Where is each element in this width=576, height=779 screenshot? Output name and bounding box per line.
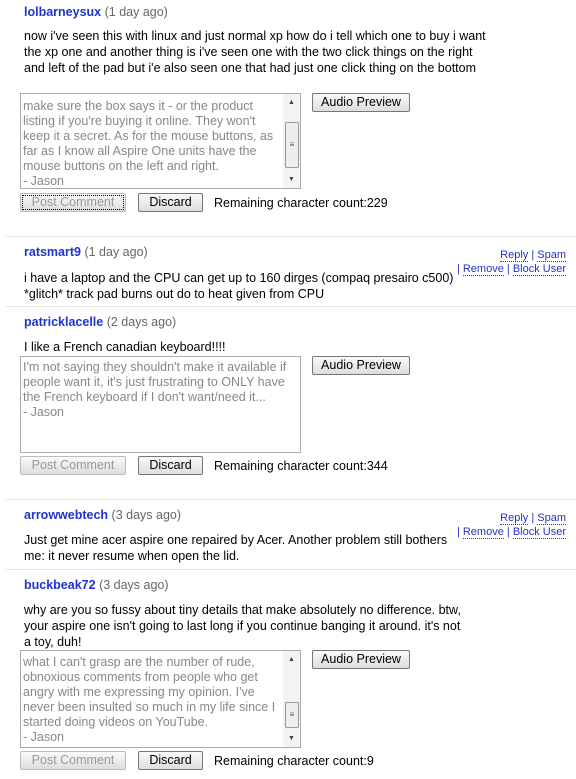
comment-body: I like a French canadian keyboard!!!! xyxy=(24,340,226,354)
reply-line: - Jason xyxy=(23,730,64,744)
comment-header: ratsmart9 (1 day ago) xyxy=(24,245,148,259)
timestamp: (2 days ago) xyxy=(106,315,177,329)
comment-header: lolbarneysux (1 day ago) xyxy=(24,5,168,19)
block-user-link[interactable]: Block User xyxy=(512,263,566,276)
scroll-thumb[interactable]: ≡ xyxy=(285,702,299,728)
scrollbar[interactable]: ▲ ≡ ▼ xyxy=(283,94,300,188)
scrollbar[interactable]: ▲ ≡ ▼ xyxy=(283,651,300,747)
timestamp: (3 days ago) xyxy=(111,508,182,522)
reply-link[interactable]: Reply xyxy=(500,512,529,525)
timestamp: (3 days ago) xyxy=(99,578,169,592)
reply-line: people want it, it's just frustrating to… xyxy=(23,375,285,389)
discard-button[interactable]: Discard xyxy=(138,751,203,770)
reply-line: - Jason xyxy=(23,174,64,188)
reply-line: angry with me expressing my opinion. I'v… xyxy=(23,685,255,699)
reply-textarea[interactable]: what I can't grasp are the number of rud… xyxy=(20,650,301,748)
scroll-up-icon[interactable]: ▲ xyxy=(283,94,300,111)
remaining-count: Remaining character count:9 xyxy=(214,754,374,768)
scroll-down-icon[interactable]: ▼ xyxy=(283,171,300,188)
reply-line: the French keyboard if I don't want/need… xyxy=(23,390,266,404)
reply-line: - Jason xyxy=(23,405,64,419)
reply-textarea[interactable]: make sure the box says it - or the produ… xyxy=(20,93,301,189)
reply-line: make sure the box says it - or the produ… xyxy=(23,99,253,113)
block-user-link[interactable]: Block User xyxy=(512,526,566,539)
spam-link[interactable]: Spam xyxy=(537,512,566,525)
username-link[interactable]: buckbeak72 xyxy=(24,578,96,592)
post-comment-button[interactable]: Post Comment xyxy=(20,456,126,475)
reply-link[interactable]: Reply xyxy=(500,249,529,262)
divider xyxy=(5,236,576,237)
remove-link[interactable]: Remove xyxy=(462,526,504,539)
reply-line: obnoxious comments from people who get xyxy=(23,670,258,684)
comment-header: arrowwebtech (3 days ago) xyxy=(24,508,181,522)
divider xyxy=(5,569,576,570)
audio-preview-button[interactable]: Audio Preview xyxy=(312,93,410,112)
discard-button[interactable]: Discard xyxy=(138,193,203,212)
reply-line: started doing videos on YouTube. xyxy=(23,715,209,729)
comment-actions: Reply | Spam | Remove | Block User xyxy=(456,512,566,539)
scroll-thumb[interactable]: ≡ xyxy=(285,122,299,168)
comment-body: why are you so fussy about tiny details … xyxy=(24,603,461,649)
comment-body: now i've seen this with linux and just n… xyxy=(24,29,486,75)
reply-line: keep it a secret. As for the mouse butto… xyxy=(23,129,274,143)
post-comment-button[interactable]: Post Comment xyxy=(20,751,126,770)
comment-body: Just get mine acer aspire one repaired b… xyxy=(24,533,448,563)
audio-preview-button[interactable]: Audio Preview xyxy=(312,356,410,375)
comment-header: patricklacelle (2 days ago) xyxy=(24,315,176,329)
remaining-count: Remaining character count:344 xyxy=(214,459,388,473)
timestamp: (1 day ago) xyxy=(84,245,148,259)
timestamp: (1 day ago) xyxy=(104,5,168,19)
comment-body: i have a laptop and the CPU can get up t… xyxy=(24,271,454,301)
reply-line: I'm not saying they shouldn't make it av… xyxy=(23,360,287,374)
username-link[interactable]: ratsmart9 xyxy=(24,245,81,259)
divider xyxy=(5,499,576,500)
username-link[interactable]: patricklacelle xyxy=(24,315,103,329)
username-link[interactable]: arrowwebtech xyxy=(24,508,108,522)
reply-line: listing if you're buying it online. They… xyxy=(23,114,256,128)
scroll-down-icon[interactable]: ▼ xyxy=(283,730,300,747)
audio-preview-button[interactable]: Audio Preview xyxy=(312,650,410,669)
scroll-up-icon[interactable]: ▲ xyxy=(283,651,300,668)
divider xyxy=(5,306,576,307)
comment-header: buckbeak72 (3 days ago) xyxy=(24,578,169,592)
spam-link[interactable]: Spam xyxy=(537,249,566,262)
reply-line: far as I know all Aspire One units have … xyxy=(23,144,257,158)
reply-line: what I can't grasp are the number of rud… xyxy=(23,655,255,669)
reply-line: never been insulted so much in my life s… xyxy=(23,700,276,714)
post-comment-button[interactable]: Post Comment xyxy=(20,193,126,212)
reply-textarea[interactable]: I'm not saying they shouldn't make it av… xyxy=(20,356,301,453)
reply-line: mouse buttons on the left and right. xyxy=(23,159,219,173)
username-link[interactable]: lolbarneysux xyxy=(24,5,101,19)
remaining-count: Remaining character count:229 xyxy=(214,196,388,210)
discard-button[interactable]: Discard xyxy=(138,456,203,475)
